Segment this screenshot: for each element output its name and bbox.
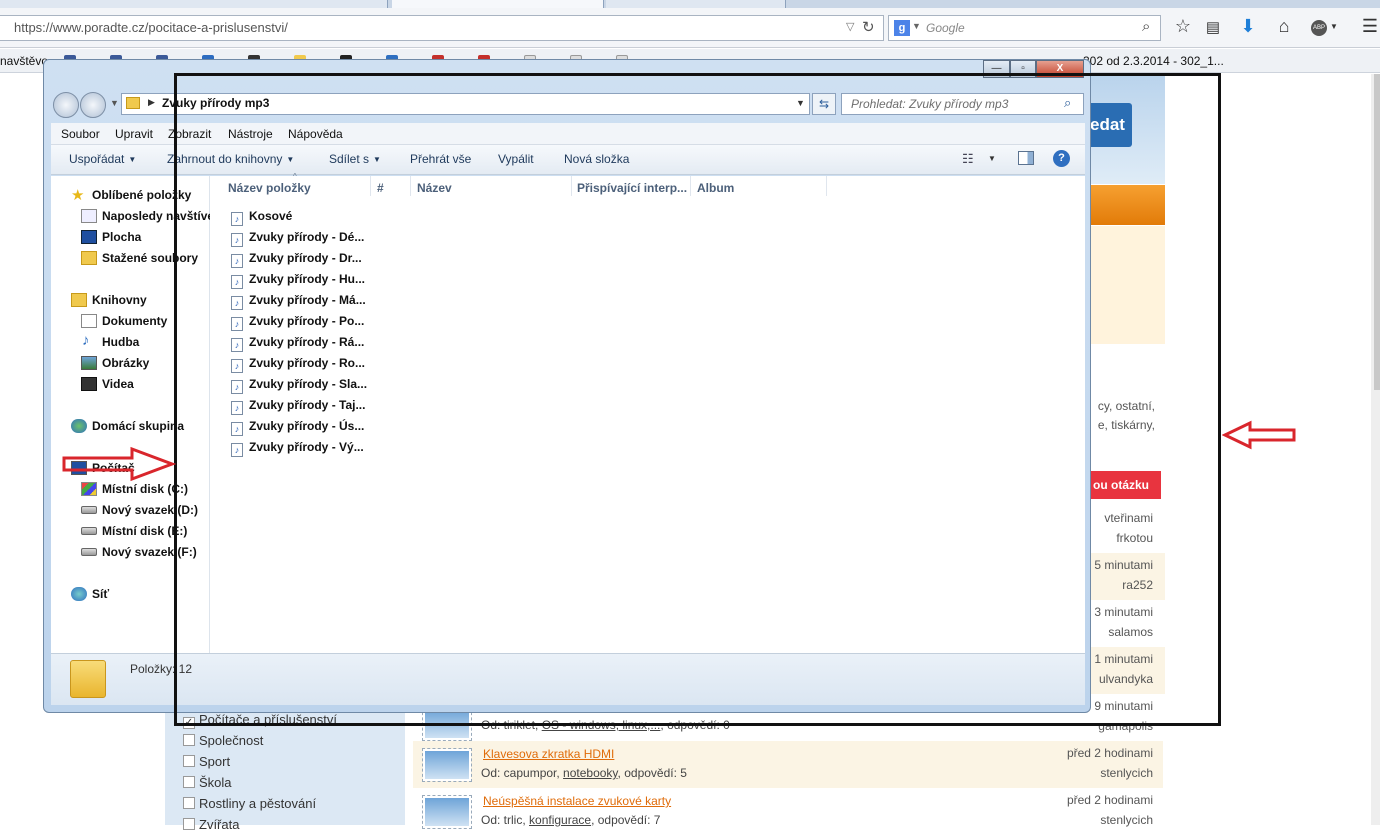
star-icon: ★	[71, 187, 85, 204]
url-text[interactable]: https://www.poradte.cz/pocitace-a-prislu…	[14, 20, 288, 35]
libraries-icon	[71, 293, 87, 307]
category-label[interactable]: Společnost	[199, 733, 263, 748]
browser-tab[interactable]	[606, 0, 786, 8]
nav-homegroup[interactable]: Domácí skupina	[92, 419, 184, 433]
drive-icon	[81, 548, 97, 556]
homegroup-icon	[71, 419, 87, 433]
annotation-arrow-right	[62, 446, 176, 482]
nav-network[interactable]: Síť	[92, 587, 109, 601]
nav-documents[interactable]: Dokumenty	[102, 314, 167, 328]
nav-videos[interactable]: Videa	[102, 377, 134, 391]
search-placeholder[interactable]: Google	[926, 21, 965, 35]
folder-icon	[70, 660, 106, 698]
question-title-link[interactable]: Neúspěšná instalace zvukové karty	[483, 794, 671, 808]
breadcrumb-chevron-icon[interactable]: ▶	[148, 97, 155, 108]
forward-button[interactable]	[80, 92, 106, 118]
browser-tab[interactable]	[0, 0, 388, 8]
network-icon	[71, 587, 87, 601]
star-icon[interactable]: ☆	[1171, 16, 1195, 37]
category-filter-item[interactable]: Sport	[183, 751, 403, 772]
download-icon[interactable]: ⬇	[1236, 16, 1260, 37]
drive-icon	[81, 527, 97, 535]
annotation-frame	[174, 73, 1221, 726]
reload-icon[interactable]: ↻	[862, 18, 875, 36]
bookmark-item[interactable]: navštěvo	[0, 54, 48, 68]
dropdown-arrow-icon: ▼	[128, 155, 137, 164]
nav-music[interactable]: Hudba	[102, 335, 139, 349]
question-row: Neúspěšná instalace zvukové karty Od: tr…	[413, 788, 1163, 835]
question-meta-text: Od: capumpor, notebooky, odpovědí: 5	[481, 766, 687, 780]
bookmark-item[interactable]: 302 od 2.3.2014 - 302_1...	[1083, 54, 1224, 68]
nav-libraries[interactable]: Knihovny	[92, 293, 147, 307]
reading-list-icon[interactable]: ▤	[1201, 18, 1225, 36]
checkbox[interactable]	[183, 818, 195, 830]
page-scrollbar-thumb[interactable]	[1374, 74, 1380, 390]
music-icon: ♪	[82, 332, 90, 349]
adblock-dropdown-icon[interactable]: ▼	[1330, 22, 1338, 31]
question-time: před 2 hodinami	[1066, 746, 1153, 760]
annotation-arrow-left	[1222, 420, 1296, 450]
category-link[interactable]: notebooky	[563, 766, 618, 780]
folder-icon	[126, 97, 140, 109]
browser-tab-active[interactable]	[392, 0, 604, 8]
category-label[interactable]: Sport	[199, 754, 230, 769]
back-button[interactable]	[53, 92, 79, 118]
adblock-icon[interactable]: ABP	[1311, 20, 1327, 36]
nav-pictures[interactable]: Obrázky	[102, 356, 149, 370]
question-user[interactable]: stenlycich	[1013, 766, 1153, 780]
checkbox[interactable]	[183, 797, 195, 809]
system-drive-icon	[81, 482, 97, 496]
question-time: před 2 hodinami	[1066, 793, 1153, 807]
home-icon[interactable]: ⌂	[1272, 16, 1296, 37]
question-thumbnail[interactable]	[422, 748, 472, 782]
category-label[interactable]: Rostliny a pěstování	[199, 796, 316, 811]
search-icon[interactable]: ⌕	[1142, 18, 1150, 35]
recent-pages-dropdown-icon[interactable]: ▼	[110, 98, 119, 108]
category-filter-item[interactable]: Rostliny a pěstování	[183, 793, 403, 814]
menu-soubor[interactable]: Soubor	[61, 127, 100, 141]
google-engine-icon[interactable]: g	[894, 20, 910, 36]
category-filter-list: ✓ Počítače a příslušenství Společnost Spo…	[183, 709, 403, 835]
recent-places-icon	[81, 209, 97, 223]
downloads-folder-icon	[81, 251, 97, 265]
category-label[interactable]: Škola	[199, 775, 232, 790]
question-row: Klavesova zkratka HDMI Od: capumpor, not…	[413, 741, 1163, 788]
pictures-icon	[81, 356, 97, 370]
question-thumbnail[interactable]	[422, 795, 472, 829]
menu-upravit[interactable]: Upravit	[115, 127, 153, 141]
engine-dropdown-icon[interactable]: ▼	[912, 21, 921, 31]
desktop-icon	[81, 230, 97, 244]
documents-icon	[81, 314, 97, 328]
url-history-dropdown-icon[interactable]: ▽	[846, 20, 854, 33]
checkbox[interactable]	[183, 755, 195, 767]
checkbox[interactable]	[183, 776, 195, 788]
nav-desktop[interactable]: Plocha	[102, 230, 141, 244]
category-filter-item[interactable]: Škola	[183, 772, 403, 793]
category-filter-item[interactable]: Společnost	[183, 730, 403, 751]
drive-icon	[81, 506, 97, 514]
checkbox[interactable]	[183, 734, 195, 746]
menu-icon[interactable]: ☰	[1358, 16, 1380, 37]
question-title-link[interactable]: Klavesova zkratka HDMI	[483, 747, 614, 761]
videos-icon	[81, 377, 97, 391]
organize-button[interactable]: Uspořádat ▼	[69, 152, 136, 166]
